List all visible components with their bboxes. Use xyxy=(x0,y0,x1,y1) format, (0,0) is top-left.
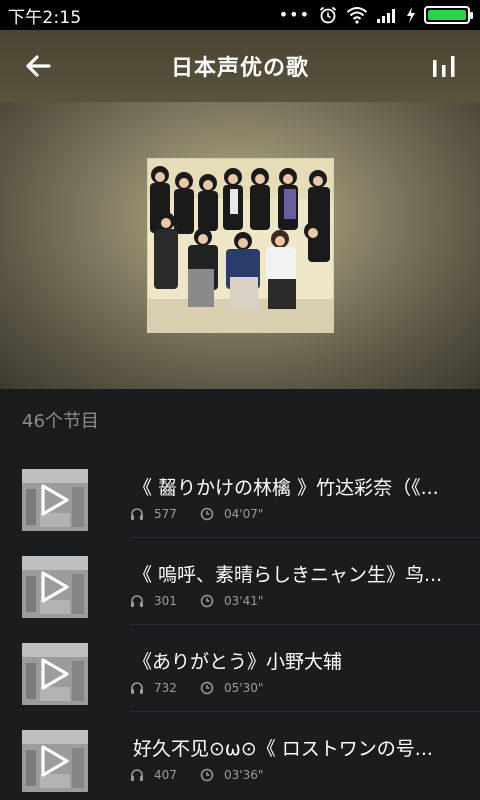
program-thumbnail xyxy=(22,556,88,618)
notification-dots-icon: ••• xyxy=(278,5,310,24)
wifi-icon xyxy=(346,7,368,24)
duration: 04'07" xyxy=(224,507,264,521)
play-count: 301 xyxy=(154,594,177,608)
cover-background xyxy=(0,102,480,389)
clock-icon xyxy=(200,594,214,608)
program-body: 《ありがとう》小野大辅 732 05'30" xyxy=(130,625,480,712)
back-button[interactable] xyxy=(18,50,58,82)
program-thumbnail xyxy=(22,643,88,705)
program-title: 《 齧りかけの林檎 》竹达彩奈（《... xyxy=(133,477,439,499)
program-meta: 577 04'07" xyxy=(130,507,263,521)
clock-icon xyxy=(200,681,214,695)
clock-icon xyxy=(200,768,214,782)
play-count: 577 xyxy=(154,507,177,521)
program-body: 《 齧りかけの林檎 》竹达彩奈（《... 577 04'07" xyxy=(130,451,480,538)
battery-icon xyxy=(424,6,473,24)
program-body: 好久不见⊙ω⊙《 ロストワンの号... 407 03'36" xyxy=(130,712,480,799)
equalizer-icon xyxy=(433,56,455,77)
play-icon xyxy=(41,484,69,516)
charging-icon xyxy=(407,7,415,23)
battery-level xyxy=(428,10,466,20)
program-item[interactable]: 《 齧りかけの林檎 》竹达彩奈（《... 577 04'07" xyxy=(0,451,480,538)
program-thumbnail xyxy=(22,730,88,792)
duration: 05'30" xyxy=(224,681,264,695)
play-icon xyxy=(41,571,69,603)
section-header: 46个节目 xyxy=(0,389,480,451)
signal-icon xyxy=(377,9,395,23)
arrow-left-icon xyxy=(26,55,51,77)
headphones-icon xyxy=(131,595,143,607)
status-bar: 下午2:15 ••• xyxy=(0,0,480,30)
headphones-icon xyxy=(131,682,143,694)
play-icon xyxy=(41,745,69,777)
program-title: 《ありがとう》小野大辅 xyxy=(133,651,343,673)
now-playing-button[interactable] xyxy=(424,50,464,82)
program-title: 《 嗚呼、素晴らしきニャン生》鸟... xyxy=(133,564,443,586)
play-icon xyxy=(41,658,69,690)
program-title: 好久不见⊙ω⊙《 ロストワンの号... xyxy=(133,738,433,760)
play-count: 407 xyxy=(154,768,177,782)
program-meta: 407 03'36" xyxy=(130,768,263,782)
program-meta: 732 05'30" xyxy=(130,681,263,695)
program-item[interactable]: 《ありがとう》小野大辅 732 05'30" xyxy=(0,625,480,712)
program-list: 《 齧りかけの林檎 》竹达彩奈（《... 577 04'07" 《 嗚呼、素晴ら… xyxy=(0,451,480,799)
program-count: 46个节目 xyxy=(22,411,99,432)
program-meta: 301 03'41" xyxy=(130,594,263,608)
play-count: 732 xyxy=(154,681,177,695)
headphones-icon xyxy=(131,769,143,781)
program-thumbnail xyxy=(22,469,88,531)
group-photo-illustration xyxy=(148,159,333,332)
app-header: 日本声优の歌 xyxy=(0,30,480,102)
status-icons: ••• xyxy=(278,5,473,25)
program-item[interactable]: 《 嗚呼、素晴らしきニャン生》鸟... 301 03'41" xyxy=(0,538,480,625)
alarm-icon xyxy=(319,6,337,24)
program-body: 《 嗚呼、素晴らしきニャン生》鸟... 301 03'41" xyxy=(130,538,480,625)
program-item[interactable]: 好久不见⊙ω⊙《 ロストワンの号... 407 03'36" xyxy=(0,712,480,799)
clock-icon xyxy=(200,507,214,521)
page-title: 日本声优の歌 xyxy=(170,56,309,81)
album-cover-image xyxy=(147,158,334,333)
duration: 03'36" xyxy=(224,768,264,782)
status-time: 下午2:15 xyxy=(8,7,82,28)
headphones-icon xyxy=(131,508,143,520)
duration: 03'41" xyxy=(224,594,264,608)
